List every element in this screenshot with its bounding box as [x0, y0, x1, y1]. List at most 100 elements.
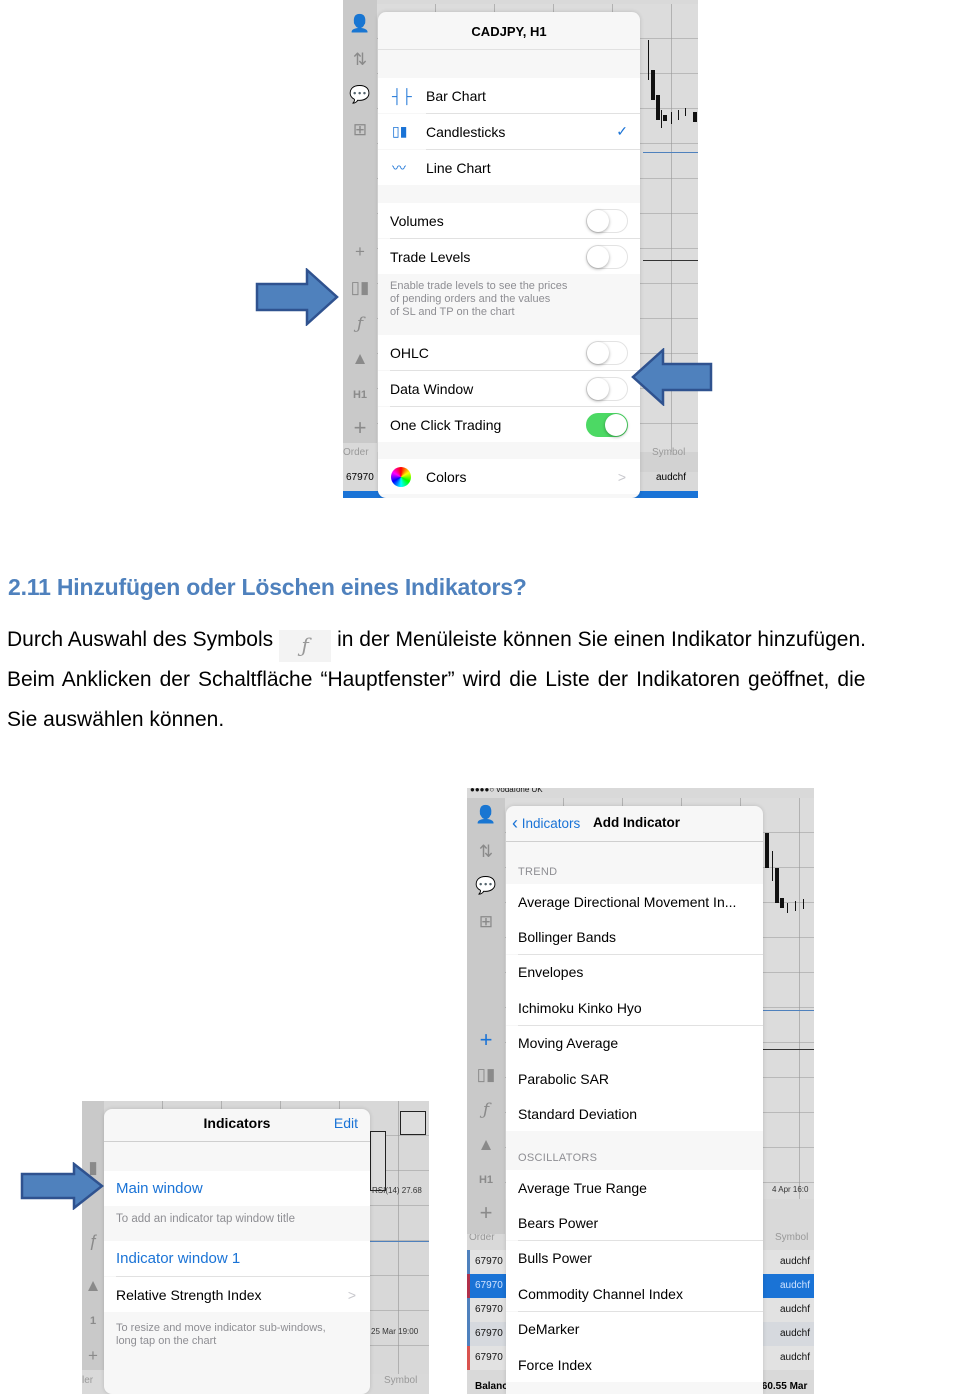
- symbol-header: Symbol: [384, 1375, 418, 1386]
- resize-hint: To resize and move indicator sub-windows…: [116, 1322, 326, 1347]
- indicator-window-label: Indicator window 1: [116, 1250, 241, 1267]
- chart-type-line[interactable]: 〰 Line Chart: [378, 150, 640, 185]
- indicator-item[interactable]: Moving Average: [506, 1025, 763, 1061]
- order-symbol: audchf: [780, 1352, 811, 1363]
- main-window-row[interactable]: Main window: [104, 1171, 370, 1206]
- back-label: Indicators: [521, 816, 581, 831]
- checkmark-icon: ✓: [616, 123, 628, 139]
- new-order-icon[interactable]: ⊞: [343, 118, 377, 142]
- trade-levels-toggle[interactable]: [586, 244, 628, 269]
- timeframe-icon[interactable]: H1: [467, 1168, 505, 1192]
- screenshot-chart-settings: Order Symbol 67970 audchf 👤 ⇅ 💬 ⊞ + ▯▮ ƒ…: [343, 0, 698, 498]
- account-icon[interactable]: 👤: [467, 803, 505, 827]
- indicator-icon[interactable]: ƒ: [467, 1098, 505, 1122]
- objects-icon[interactable]: ▲: [467, 1133, 505, 1157]
- ohlc-toggle[interactable]: [586, 340, 628, 365]
- add-indicator-popover: ‹ Indicators Add Indicator TREND Average…: [506, 806, 763, 1394]
- toggle-row-one-click-trading: One Click Trading: [378, 407, 640, 442]
- colors-label: Colors: [426, 468, 467, 485]
- chevron-left-icon: ‹: [512, 813, 518, 833]
- objects-icon[interactable]: ▲: [82, 1274, 104, 1298]
- indicators-popover: Indicators Edit Main window To add an in…: [104, 1109, 370, 1394]
- callout-arrow-left-icon: [631, 348, 713, 406]
- order-id: 67970: [475, 1280, 503, 1291]
- indicator-item[interactable]: Parabolic SAR: [506, 1061, 763, 1096]
- indicator-item[interactable]: Bulls Power: [506, 1240, 763, 1276]
- volumes-toggle[interactable]: [586, 208, 628, 233]
- indicator-label: Ichimoku Kinko Hyo: [518, 999, 642, 1016]
- toggle-label: Data Window: [390, 380, 474, 397]
- trade-levels-hint: Enable trade levels to see the prices of…: [390, 280, 568, 318]
- back-button[interactable]: ‹ Indicators: [512, 813, 580, 834]
- timeframe-icon[interactable]: H1: [343, 383, 377, 407]
- balance-value: .60.55 Mar: [759, 1381, 808, 1392]
- chart-type-label: Line Chart: [426, 159, 491, 176]
- candlesticks-icon: ▯▮: [392, 123, 408, 139]
- chart-type-icon[interactable]: ▯▮: [343, 276, 377, 300]
- chart-settings-popover: CADJPY, H1 ┤├ Bar Chart ▯▮ Candlesticks …: [378, 12, 640, 498]
- chevron-right-icon: >: [347, 1286, 356, 1303]
- data-window-toggle[interactable]: [586, 376, 628, 401]
- toggle-label: One Click Trading: [390, 416, 502, 433]
- new-order-icon[interactable]: ⊞: [467, 910, 505, 934]
- order-header: Order: [343, 447, 369, 458]
- indicator-item[interactable]: Bollinger Bands: [506, 919, 763, 955]
- indicator-label: Force Index: [518, 1356, 592, 1373]
- indicator-item[interactable]: Average Directional Movement In...: [506, 884, 763, 919]
- date-label: 25 Mar 19:00: [371, 1327, 419, 1336]
- colors-row[interactable]: Colors >: [378, 459, 640, 494]
- order-symbol: audchf: [780, 1256, 811, 1267]
- chat-icon[interactable]: 💬: [343, 83, 377, 107]
- crosshair-icon[interactable]: +: [343, 240, 377, 264]
- toggle-label: OHLC: [390, 344, 429, 361]
- bar-chart-icon: ┤├: [392, 87, 412, 104]
- indicator-icon[interactable]: ƒ: [82, 1229, 104, 1253]
- add-icon[interactable]: +: [82, 1344, 104, 1368]
- rsi-row[interactable]: Relative Strength Index >: [104, 1277, 370, 1312]
- indicator-item[interactable]: Standard Deviation: [506, 1096, 763, 1132]
- indicator-label: Commodity Channel Index: [518, 1285, 683, 1302]
- chart-type-icon[interactable]: ▯▮: [467, 1063, 505, 1087]
- indicator-icon[interactable]: ƒ: [343, 312, 377, 336]
- chart-type-bar[interactable]: ┤├ Bar Chart: [378, 78, 640, 113]
- paragraph-line-1: Durch Auswahl des Symbols ƒ in der Menülei…: [7, 628, 866, 662]
- popover-title: CADJPY, H1: [471, 24, 547, 39]
- indicator-item[interactable]: Envelopes: [506, 954, 763, 990]
- indicator-label: Bulls Power: [518, 1250, 592, 1267]
- chat-icon[interactable]: 💬: [467, 874, 505, 898]
- indicator-item[interactable]: Commodity Channel Index: [506, 1276, 763, 1312]
- indicator-item[interactable]: DeMarker: [506, 1311, 763, 1347]
- account-icon[interactable]: 👤: [343, 12, 377, 36]
- chart-type-candlesticks[interactable]: ▯▮ Candlesticks ✓: [378, 114, 640, 149]
- order-header: ler: [82, 1375, 94, 1386]
- add-icon[interactable]: +: [343, 415, 377, 440]
- indicator-item[interactable]: Average True Range: [506, 1170, 763, 1205]
- add-icon[interactable]: +: [467, 1200, 505, 1225]
- paragraph-line-2: Beim Anklicken der Schaltfläche “Hauptfe…: [7, 668, 866, 691]
- crosshair-icon[interactable]: +: [467, 1027, 505, 1052]
- order-symbol: audchf: [780, 1328, 811, 1339]
- indicator-label: Moving Average: [518, 1035, 619, 1052]
- indicator-window-row[interactable]: Indicator window 1: [104, 1241, 370, 1276]
- objects-icon[interactable]: ▲: [343, 347, 377, 371]
- timeframe-icon[interactable]: 1: [82, 1309, 104, 1333]
- indicator-item[interactable]: Bears Power: [506, 1205, 763, 1241]
- indicator-item[interactable]: Force Index: [506, 1347, 763, 1382]
- order-id: 67970: [475, 1256, 503, 1267]
- indicator-item[interactable]: Ichimoku Kinko Hyo: [506, 990, 763, 1026]
- callout-arrow-right-icon: [20, 1162, 104, 1210]
- edit-button[interactable]: Edit: [334, 1115, 358, 1131]
- popover-title: Add Indicator: [593, 815, 680, 830]
- toggle-row-data-window: Data Window: [378, 371, 640, 406]
- indicator-label: Bollinger Bands: [518, 928, 617, 945]
- order-symbol: audchf: [780, 1280, 811, 1291]
- paragraph-line-3: Sie auswählen können.: [7, 708, 225, 731]
- one-click-trading-toggle[interactable]: [586, 412, 628, 437]
- chart-type-label: Bar Chart: [426, 87, 486, 104]
- trade-icon[interactable]: ⇅: [467, 840, 505, 864]
- left-toolbar: ▮ ƒ ▲ 1 +: [82, 1101, 104, 1370]
- rsi-readout: RSI(14) 27.68: [372, 1186, 422, 1195]
- trade-icon[interactable]: ⇅: [343, 48, 377, 72]
- chevron-right-icon: >: [617, 468, 626, 485]
- indicator-label: Parabolic SAR: [518, 1070, 610, 1087]
